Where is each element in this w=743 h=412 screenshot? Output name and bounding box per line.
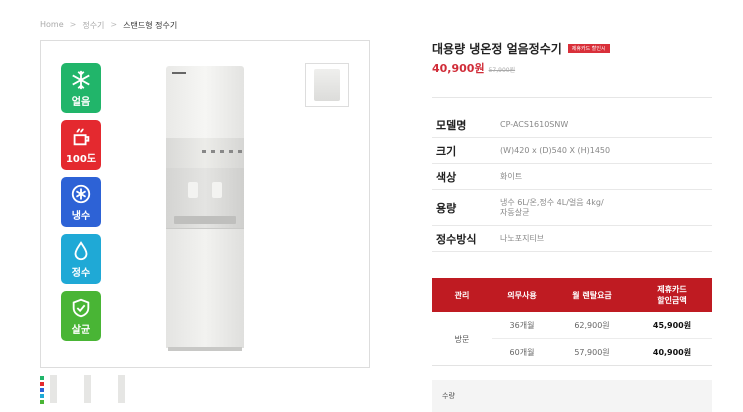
card-discount-tag: 제휴카드 할인시 bbox=[567, 44, 610, 53]
spec-key: 크기 bbox=[436, 144, 457, 158]
quantity-section: 수량 bbox=[432, 380, 712, 412]
sale-price: 40,900원 bbox=[432, 62, 485, 75]
snowflake-icon bbox=[72, 70, 90, 89]
thumbnail-strip bbox=[40, 374, 130, 404]
spec-row: 모델명 CP-ACS1610SNW bbox=[432, 112, 712, 138]
col-discount: 제휴카드 할인금액 bbox=[632, 284, 712, 306]
divider bbox=[432, 97, 712, 98]
spec-key: 모델명 bbox=[436, 118, 467, 132]
spec-value: 나노포지티브 bbox=[500, 233, 545, 243]
badge-hot: 100도 bbox=[61, 120, 101, 170]
spec-row: 색상 화이트 bbox=[432, 164, 712, 190]
product-angle-thumbnail[interactable] bbox=[305, 63, 349, 107]
rental-table-header: 관리 의무사용 월 렌탈요금 제휴카드 할인금액 bbox=[432, 278, 712, 312]
spec-row: 정수방식 나노포지티브 bbox=[432, 226, 712, 252]
col-discount-line2: 할인금액 bbox=[657, 296, 687, 305]
cold-drop-icon bbox=[71, 184, 91, 203]
product-price: 40,900원 57,900원 bbox=[432, 60, 515, 76]
rental-table: 관리 의무사용 월 렌탈요금 제휴카드 할인금액 방문 36개월 62,900원… bbox=[432, 278, 712, 366]
kettle-icon bbox=[73, 128, 90, 145]
breadcrumb-category[interactable]: 정수기 bbox=[82, 20, 104, 31]
spec-key: 색상 bbox=[436, 170, 457, 184]
fee-cell: 57,900원 bbox=[574, 348, 610, 357]
thumbnail-2[interactable] bbox=[74, 374, 96, 404]
badge-ice-label: 얼음 bbox=[71, 96, 91, 108]
col-term: 의무사용 bbox=[507, 290, 537, 300]
discount-cell: 40,900원 bbox=[652, 348, 692, 357]
badge-pure: 정수 bbox=[61, 234, 101, 284]
table-row[interactable]: 36개월 62,900원 45,900원 bbox=[492, 312, 712, 339]
water-drop-icon bbox=[74, 240, 88, 260]
spec-value: (W)420 x (D)540 X (H)1450 bbox=[500, 145, 611, 155]
product-image bbox=[166, 66, 244, 351]
thumbnail-3[interactable] bbox=[108, 374, 130, 404]
badge-pure-label: 정수 bbox=[71, 267, 91, 279]
spec-value: 화이트 bbox=[500, 171, 523, 181]
rental-table-body: 방문 36개월 62,900원 45,900원 60개월 57,900원 40,… bbox=[432, 312, 712, 366]
term-cell: 60개월 bbox=[509, 348, 535, 357]
feature-badges: 얼음 100도 냉수 정수 살균 bbox=[61, 63, 101, 341]
breadcrumb-home[interactable]: Home bbox=[40, 20, 64, 31]
spec-key: 정수방식 bbox=[436, 232, 477, 246]
badge-cold: 냉수 bbox=[61, 177, 101, 227]
term-cell: 36개월 bbox=[509, 320, 535, 330]
table-row[interactable]: 60개월 57,900원 40,900원 bbox=[492, 339, 712, 366]
badge-hot-label: 100도 bbox=[65, 153, 97, 165]
badge-cold-label: 냉수 bbox=[71, 210, 91, 222]
breadcrumb-current: 스탠드형 정수기 bbox=[123, 21, 178, 30]
breadcrumb: Home > 정수기 > 스탠드형 정수기 bbox=[40, 20, 177, 31]
spec-row: 크기 (W)420 x (D)540 X (H)1450 bbox=[432, 138, 712, 164]
badge-sterilize: 살균 bbox=[61, 291, 101, 341]
spec-value-line2: 자동살균 bbox=[500, 207, 530, 217]
spec-value: CP-ACS1610SNW bbox=[500, 119, 569, 129]
original-price: 57,900원 bbox=[488, 67, 516, 74]
quantity-label: 수량 bbox=[442, 392, 455, 400]
discount-cell: 45,900원 bbox=[652, 320, 692, 330]
col-discount-line1: 제휴카드 bbox=[657, 285, 687, 294]
spec-table: 모델명 CP-ACS1610SNW 크기 (W)420 x (D)540 X (… bbox=[432, 112, 712, 252]
care-type: 방문 bbox=[454, 334, 470, 344]
spec-value-line1: 냉수 6L/온,정수 4L/얼음 4kg/ bbox=[500, 197, 604, 207]
product-title-text: 대용량 냉온정 얼음정수기 bbox=[432, 42, 562, 56]
badge-sterilize-label: 살균 bbox=[71, 324, 91, 336]
chevron-right-icon: > bbox=[110, 20, 118, 29]
spec-key: 용량 bbox=[436, 201, 457, 215]
col-care: 관리 bbox=[454, 290, 470, 300]
shield-check-icon bbox=[72, 298, 90, 317]
chevron-right-icon: > bbox=[69, 20, 77, 29]
spec-row: 용량 냉수 6L/온,정수 4L/얼음 4kg/ 자동살균 bbox=[432, 190, 712, 226]
col-fee: 월 렌탈요금 bbox=[572, 290, 612, 300]
product-gallery: 얼음 100도 냉수 정수 살균 bbox=[40, 40, 370, 368]
badge-ice: 얼음 bbox=[61, 63, 101, 113]
thumbnail-1[interactable] bbox=[40, 374, 62, 404]
spec-value: 냉수 6L/온,정수 4L/얼음 4kg/ 자동살균 bbox=[500, 198, 604, 218]
product-title: 대용량 냉온정 얼음정수기 제휴카드 할인시 bbox=[432, 40, 610, 57]
fee-cell: 62,900원 bbox=[574, 320, 610, 330]
